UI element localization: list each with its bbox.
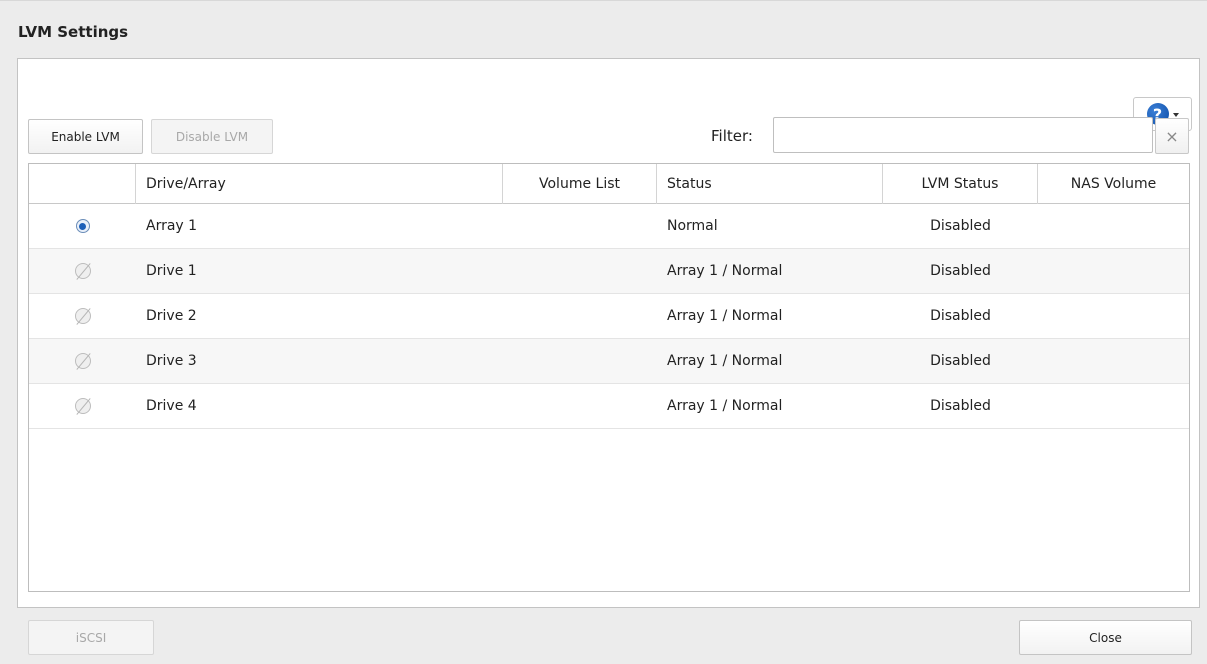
radio-disabled-icon bbox=[74, 398, 91, 414]
lvm-settings-window: LVM Settings ? Enable LVM Disable LVM Fi… bbox=[0, 0, 1207, 664]
lvm-status-cell: Disabled bbox=[930, 218, 991, 234]
drive-array-cell: Drive 1 bbox=[146, 263, 197, 279]
table-row[interactable]: Drive 1 Array 1 / Normal Disabled bbox=[29, 249, 1189, 294]
table-row[interactable]: Drive 4 Array 1 / Normal Disabled bbox=[29, 384, 1189, 429]
nas-volume-cell bbox=[1038, 339, 1189, 383]
row-select-cell bbox=[29, 294, 136, 338]
volume-list-cell bbox=[503, 384, 657, 428]
drive-array-cell: Array 1 bbox=[146, 218, 198, 234]
column-header-lvm-status[interactable]: LVM Status bbox=[883, 164, 1038, 204]
drive-array-cell: Drive 4 bbox=[146, 398, 197, 414]
volume-list-cell bbox=[503, 339, 657, 383]
column-header-volume-list[interactable]: Volume List bbox=[503, 164, 657, 204]
drive-array-cell: Drive 3 bbox=[146, 353, 197, 369]
lvm-status-cell: Disabled bbox=[930, 308, 991, 324]
status-cell: Array 1 / Normal bbox=[667, 353, 783, 369]
enable-lvm-button[interactable]: Enable LVM bbox=[28, 119, 143, 154]
nas-volume-cell bbox=[1038, 249, 1189, 293]
column-header-status[interactable]: Status bbox=[657, 164, 883, 204]
filter-label: Filter: bbox=[711, 127, 753, 145]
volume-list-cell bbox=[503, 294, 657, 338]
row-select-cell bbox=[29, 339, 136, 383]
lvm-status-cell: Disabled bbox=[930, 263, 991, 279]
close-icon: × bbox=[1165, 126, 1179, 146]
status-cell: Normal bbox=[667, 218, 718, 234]
close-button[interactable]: Close bbox=[1019, 620, 1192, 655]
status-cell: Array 1 / Normal bbox=[667, 263, 783, 279]
radio-disabled-icon bbox=[74, 353, 91, 369]
lvm-status-cell: Disabled bbox=[930, 398, 991, 414]
filter-input[interactable] bbox=[773, 117, 1153, 153]
radio-selected-icon[interactable] bbox=[75, 219, 90, 233]
radio-disabled-icon bbox=[74, 263, 91, 279]
volume-list-cell bbox=[503, 204, 657, 248]
table-row[interactable]: Drive 2 Array 1 / Normal Disabled bbox=[29, 294, 1189, 339]
table-header: Drive/Array Volume List Status LVM Statu… bbox=[29, 164, 1189, 204]
row-select-cell bbox=[29, 249, 136, 293]
table-row[interactable]: Array 1 Normal Disabled bbox=[29, 204, 1189, 249]
lvm-status-cell: Disabled bbox=[930, 353, 991, 369]
row-select-cell bbox=[29, 384, 136, 428]
lvm-table: Drive/Array Volume List Status LVM Statu… bbox=[28, 163, 1190, 592]
table-row[interactable]: Drive 3 Array 1 / Normal Disabled bbox=[29, 339, 1189, 384]
window-title: LVM Settings bbox=[18, 23, 129, 41]
nas-volume-cell bbox=[1038, 204, 1189, 248]
disable-lvm-button[interactable]: Disable LVM bbox=[151, 119, 273, 154]
column-header-nas-volume[interactable]: NAS Volume bbox=[1038, 164, 1189, 204]
drive-array-cell: Drive 2 bbox=[146, 308, 197, 324]
nas-volume-cell bbox=[1038, 294, 1189, 338]
chevron-down-icon bbox=[1172, 113, 1179, 117]
iscsi-button[interactable]: iSCSI bbox=[28, 620, 154, 655]
status-cell: Array 1 / Normal bbox=[667, 398, 783, 414]
volume-list-cell bbox=[503, 249, 657, 293]
nas-volume-cell bbox=[1038, 384, 1189, 428]
column-header-select[interactable] bbox=[29, 164, 136, 204]
status-cell: Array 1 / Normal bbox=[667, 308, 783, 324]
column-header-drive-array[interactable]: Drive/Array bbox=[136, 164, 503, 204]
filter-clear-button[interactable]: × bbox=[1155, 118, 1189, 154]
table-body: Array 1 Normal Disabled Drive 1 Array 1 … bbox=[29, 204, 1189, 429]
row-select-cell[interactable] bbox=[29, 204, 136, 248]
radio-disabled-icon bbox=[74, 308, 91, 324]
